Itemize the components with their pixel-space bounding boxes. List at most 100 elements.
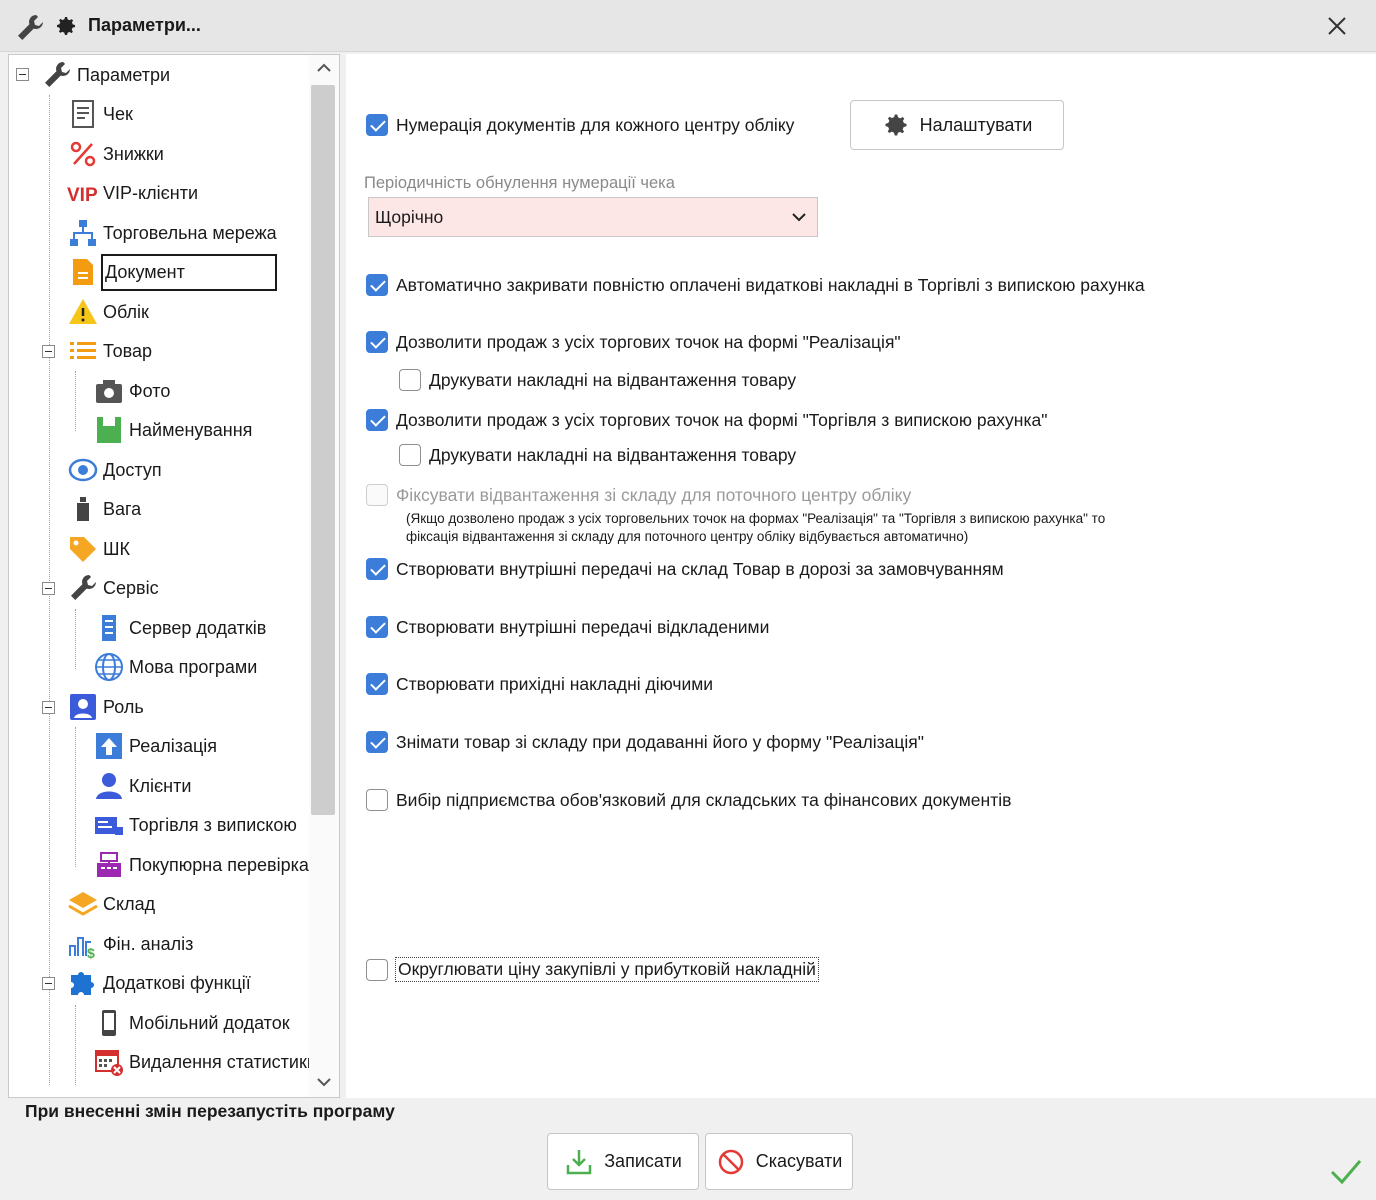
- cash-register-icon: [97, 852, 121, 877]
- tree-item-role[interactable]: Роль: [67, 689, 144, 725]
- tree-collapse-toggle[interactable]: [42, 977, 55, 990]
- tree-item-delete-stats[interactable]: Видалення статистики: [93, 1044, 317, 1080]
- tree-item-label: Покупюрна перевірка: [129, 854, 309, 875]
- tree-item-mobile-app[interactable]: Мобільний додаток: [93, 1005, 290, 1041]
- tree-item-access[interactable]: Доступ: [67, 452, 162, 488]
- checkbox[interactable]: [399, 444, 421, 466]
- reset-period-select[interactable]: Щорічно: [368, 197, 818, 237]
- option-row[interactable]: Дозволити продаж з усіх торгових точок н…: [366, 409, 1047, 431]
- option-label: Фіксувати відвантаження зі складу для по…: [396, 484, 912, 505]
- option-row[interactable]: Створювати внутрішні передачі на склад Т…: [366, 558, 1004, 580]
- tree-item-network[interactable]: Торговельна мережа: [67, 215, 277, 251]
- checkbox[interactable]: [399, 369, 421, 391]
- tree-collapse-toggle[interactable]: [42, 701, 55, 714]
- checkbox[interactable]: [366, 731, 388, 753]
- tree-item-label: Клієнти: [129, 775, 192, 796]
- tree-item-app-server[interactable]: Сервер додатків: [93, 610, 266, 646]
- scale-icon: [77, 497, 89, 521]
- checkbox[interactable]: [366, 958, 388, 981]
- tree-item-warehouse[interactable]: Склад: [67, 886, 155, 922]
- option-row[interactable]: Створювати внутрішні передачі відкладени…: [366, 616, 769, 638]
- option-row[interactable]: Вибір підприємства обов'язковий для скла…: [366, 789, 1011, 811]
- option-row[interactable]: Дозволити продаж з усіх торгових точок н…: [366, 331, 901, 353]
- chevron-down-icon[interactable]: [315, 1075, 333, 1089]
- puzzle-icon: [71, 972, 94, 995]
- option-row-disabled: Фіксувати відвантаження зі складу для по…: [366, 484, 911, 506]
- checkbox[interactable]: [366, 789, 388, 811]
- numbering-option[interactable]: Нумерація документів для кожного центру …: [366, 114, 794, 136]
- tree-item-label: Знижки: [103, 143, 164, 164]
- settings-tree[interactable]: Параметри Чек Знижки VIP VIP-клієнти Тор…: [8, 54, 340, 1098]
- checkbox[interactable]: [366, 616, 388, 638]
- option-label: Дозволити продаж з усіх торгових точок н…: [396, 409, 1048, 430]
- checkbox[interactable]: [366, 114, 388, 136]
- tree-collapse-toggle[interactable]: [42, 345, 55, 358]
- tree-item-naming[interactable]: Найменування: [93, 412, 252, 448]
- option-row[interactable]: Округлювати ціну закупівлі у прибутковій…: [366, 957, 819, 982]
- tree-item-accounting[interactable]: Облік: [67, 294, 149, 330]
- tree-connector: [75, 371, 76, 431]
- tree-item-label: Товар: [103, 340, 152, 361]
- person-icon: [96, 773, 122, 799]
- checkbox[interactable]: [366, 673, 388, 695]
- option-label: Автоматично закривати повністю оплачені …: [396, 274, 1145, 295]
- tree-item-fin-analysis[interactable]: $ Фін. аналіз: [67, 926, 193, 962]
- tree-item-goods[interactable]: Товар: [67, 333, 152, 369]
- receipt-icon: [72, 100, 94, 128]
- scrollbar-thumb[interactable]: [311, 85, 335, 815]
- option-row[interactable]: Створювати прихідні накладні діючими: [366, 673, 713, 695]
- tree-item-discounts[interactable]: Знижки: [67, 136, 164, 172]
- layers-icon: [68, 892, 98, 916]
- option-row[interactable]: Знімати товар зі складу при додаванні йо…: [366, 731, 924, 753]
- tree-item-language[interactable]: Мова програми: [93, 649, 257, 685]
- wrench-icon: [45, 62, 70, 87]
- tree-item-receipt[interactable]: Чек: [67, 96, 133, 132]
- cancel-button[interactable]: Скасувати: [705, 1133, 853, 1190]
- option-row[interactable]: Автоматично закривати повністю оплачені …: [366, 274, 1145, 296]
- option-row[interactable]: Друкувати накладні на відвантаження това…: [399, 369, 796, 391]
- tree-item-barcode[interactable]: ШК: [67, 531, 130, 567]
- tree-item-trade-invoice[interactable]: Торгівля з випискою: [93, 807, 297, 843]
- option-row[interactable]: Друкувати накладні на відвантаження това…: [399, 444, 796, 466]
- tree-item-service[interactable]: Сервіс: [67, 570, 159, 606]
- gear-icon: [885, 114, 907, 136]
- tree-item-label: Вага: [103, 498, 142, 519]
- tree-item-clients[interactable]: Клієнти: [93, 768, 191, 804]
- restart-notice: При внесенні змін перезапустіть програму: [25, 1101, 395, 1121]
- tree-item-banknote-check[interactable]: Покупюрна перевірка: [93, 847, 309, 883]
- tree-item-vip[interactable]: VIP VIP-клієнти: [67, 175, 198, 211]
- svg-text:$: $: [87, 945, 95, 960]
- chevron-up-icon[interactable]: [315, 61, 333, 75]
- close-icon[interactable]: [1322, 11, 1352, 41]
- tree-item-label: Мова програми: [129, 656, 258, 677]
- tree-item-weight[interactable]: Вага: [67, 491, 141, 527]
- tree-item-parameters[interactable]: Параметри: [41, 57, 170, 93]
- checkbox[interactable]: [366, 274, 388, 296]
- tree-connector: [75, 1005, 76, 1085]
- checkbox[interactable]: [366, 558, 388, 580]
- tree-item-sales[interactable]: Реалізація: [93, 728, 217, 764]
- wrench-icon: [18, 15, 43, 40]
- window-title: Параметри...: [88, 15, 201, 35]
- checkbox[interactable]: [366, 409, 388, 431]
- checkbox[interactable]: [366, 331, 388, 353]
- option-label: Округлювати ціну закупівлі у прибутковій…: [395, 957, 819, 982]
- setup-button-label: Налаштувати: [919, 114, 1033, 135]
- tree-collapse-toggle[interactable]: [42, 582, 55, 595]
- eye-icon: [68, 458, 98, 482]
- save-button-label: Записати: [604, 1151, 682, 1171]
- reset-period-value: Щорічно: [375, 206, 444, 227]
- tag-green-icon: [97, 417, 121, 443]
- setup-button[interactable]: Налаштувати: [850, 100, 1064, 150]
- save-button[interactable]: Записати: [547, 1133, 699, 1190]
- tree-item-photo[interactable]: Фото: [93, 373, 170, 409]
- network-icon: [70, 220, 96, 246]
- tree-collapse-toggle[interactable]: [16, 68, 29, 81]
- wrench-icon: [71, 575, 96, 600]
- percent-icon: [70, 141, 96, 167]
- tree-scrollbar[interactable]: [309, 55, 339, 1097]
- checkmark-icon: [1330, 1160, 1362, 1185]
- tree-item-extra-functions[interactable]: Додаткові функції: [67, 965, 251, 1001]
- tree-item-document[interactable]: Документ: [67, 253, 277, 291]
- option-label: Створювати прихідні накладні діючими: [396, 673, 714, 694]
